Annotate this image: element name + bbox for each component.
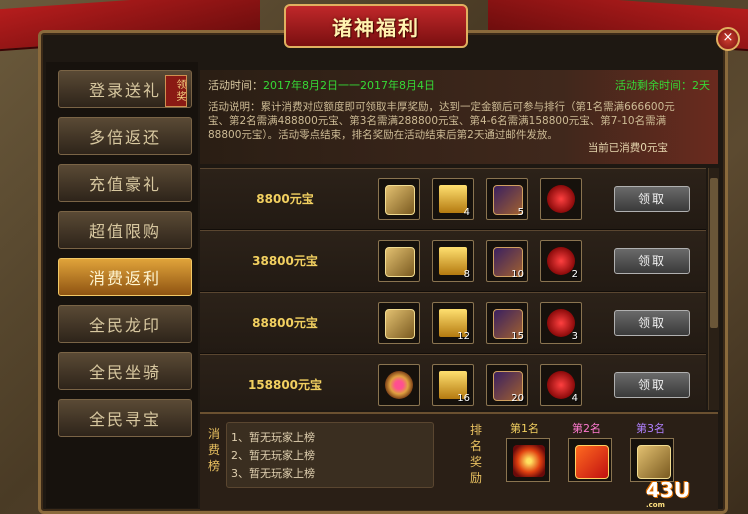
item-count: 8 bbox=[463, 269, 470, 280]
rank-label: 第2名 bbox=[572, 422, 601, 435]
activity-time-label: 活动时间： bbox=[208, 79, 263, 92]
tier-amount: 38800元宝 bbox=[252, 254, 318, 268]
fire-icon bbox=[513, 445, 545, 477]
reward-slot[interactable]: 12 bbox=[432, 302, 474, 344]
reward-slot[interactable]: 8 bbox=[432, 240, 474, 282]
scrollbar[interactable] bbox=[708, 168, 719, 410]
activity-description: 活动说明：累计消费对应额度即可领取丰厚奖励，达到一定金额后可参与排行（第1名需满… bbox=[208, 101, 675, 141]
rank-rewards-title: 排名奖励 bbox=[470, 423, 483, 485]
close-button[interactable]: × bbox=[716, 27, 740, 51]
rank-label: 第1名 bbox=[510, 422, 539, 435]
current-spend: 当前已消费0元宝 bbox=[587, 142, 668, 154]
claim-button[interactable]: 领取 bbox=[614, 372, 690, 398]
gift-icon bbox=[575, 445, 609, 479]
chest-icon bbox=[385, 247, 415, 277]
reward-slot[interactable]: 3 bbox=[540, 302, 582, 344]
reward-tier-row: 38800元宝 8 10 2 领取 bbox=[200, 230, 706, 292]
sidebar-item-label: 全民龙印 bbox=[88, 316, 161, 335]
leaderboard-entry: 3、暂无玩家上榜 bbox=[231, 467, 315, 480]
item-count: 15 bbox=[511, 331, 524, 342]
site-logo: 43U .com bbox=[646, 478, 690, 509]
sidebar-item-multi-return[interactable]: 多倍返还 bbox=[58, 117, 192, 155]
rank-reward-slot[interactable] bbox=[630, 438, 674, 482]
logo-sub: .com bbox=[646, 501, 665, 509]
item-count: 2 bbox=[571, 269, 578, 280]
item-count: 4 bbox=[463, 207, 470, 218]
reward-slot[interactable]: 15 bbox=[486, 302, 528, 344]
reward-tier-list: 8800元宝 4 5 领取 38800元宝 8 10 2 领取 88800元宝 … bbox=[200, 168, 706, 410]
leaderboard-title: 消费榜 bbox=[208, 427, 221, 473]
leaderboard-entry: 2、暂无玩家上榜 bbox=[231, 449, 315, 462]
reward-slot[interactable] bbox=[378, 240, 420, 282]
reward-slot[interactable]: 2 bbox=[540, 240, 582, 282]
reward-slot[interactable]: 20 bbox=[486, 364, 528, 406]
item-count: 12 bbox=[457, 331, 470, 342]
leaderboard: 1、暂无玩家上榜 2、暂无玩家上榜 3、暂无玩家上榜 bbox=[226, 422, 434, 488]
sidebar-item-label: 消费返利 bbox=[88, 269, 161, 288]
item-count: 10 bbox=[511, 269, 524, 280]
reward-slot[interactable] bbox=[378, 178, 420, 220]
reward-slot[interactable]: 4 bbox=[432, 178, 474, 220]
reward-slot[interactable]: 5 bbox=[486, 178, 528, 220]
rank-reward-slot[interactable] bbox=[568, 438, 612, 482]
panel-title: 诸神福利 bbox=[332, 15, 420, 40]
chest-icon bbox=[385, 185, 415, 215]
logo-text: 43U bbox=[646, 478, 691, 502]
sidebar-item-recharge-gift[interactable]: 充值豪礼 bbox=[58, 164, 192, 202]
sidebar: 登录送礼 领奖 多倍返还 充值豪礼 超值限购 消费返利 全民龙印 全民坐骑 全民… bbox=[46, 62, 198, 508]
claim-button[interactable]: 领取 bbox=[614, 310, 690, 336]
sidebar-item-label: 超值限购 bbox=[88, 222, 161, 241]
reward-tier-row: 158800元宝 16 20 4 领取 bbox=[200, 354, 706, 410]
reward-slot[interactable]: 10 bbox=[486, 240, 528, 282]
reward-slot[interactable]: 4 bbox=[540, 364, 582, 406]
activity-time: 活动时间：2017年8月2日一一2017年8月4日 bbox=[208, 77, 435, 93]
title-plate: 诸神福利 bbox=[284, 4, 468, 48]
chest-icon bbox=[637, 445, 671, 479]
claim-button[interactable]: 领取 bbox=[614, 186, 690, 212]
leaderboard-entry: 1、暂无玩家上榜 bbox=[231, 431, 315, 444]
activity-time-value: 2017年8月2日一一2017年8月4日 bbox=[263, 79, 435, 92]
reward-tier-row: 88800元宝 12 15 3 领取 bbox=[200, 292, 706, 354]
rank-label: 第3名 bbox=[636, 422, 665, 435]
remaining-time: 活动剩余时间：2天 bbox=[615, 79, 710, 92]
wing-icon bbox=[547, 185, 575, 213]
reward-slot[interactable] bbox=[540, 178, 582, 220]
tier-amount: 88800元宝 bbox=[252, 316, 318, 330]
item-count: 16 bbox=[457, 393, 470, 404]
item-count: 20 bbox=[511, 393, 524, 404]
sidebar-item-label: 全民坐骑 bbox=[88, 363, 161, 382]
activity-info: 活动时间：2017年8月2日一一2017年8月4日 活动剩余时间：2天 活动说明… bbox=[200, 70, 718, 164]
sidebar-item-limited-buy[interactable]: 超值限购 bbox=[58, 211, 192, 249]
sidebar-item-label: 多倍返还 bbox=[88, 128, 161, 147]
sidebar-item-label: 登录送礼 bbox=[88, 81, 161, 100]
sidebar-item-mount[interactable]: 全民坐骑 bbox=[58, 352, 192, 390]
sidebar-item-spend-rebate[interactable]: 消费返利 bbox=[58, 258, 192, 296]
reward-slot[interactable]: 16 bbox=[432, 364, 474, 406]
chest-icon bbox=[385, 309, 415, 339]
sidebar-item-label: 充值豪礼 bbox=[88, 175, 161, 194]
reward-slot[interactable] bbox=[378, 364, 420, 406]
claim-button[interactable]: 领取 bbox=[614, 248, 690, 274]
reward-slot[interactable] bbox=[378, 302, 420, 344]
sidebar-item-label: 全民寻宝 bbox=[88, 410, 161, 429]
ring-icon bbox=[385, 371, 413, 399]
tier-amount: 8800元宝 bbox=[256, 192, 314, 206]
reward-tier-row: 8800元宝 4 5 领取 bbox=[200, 168, 706, 230]
sidebar-item-treasure[interactable]: 全民寻宝 bbox=[58, 399, 192, 437]
tier-amount: 158800元宝 bbox=[247, 378, 323, 392]
claim-badge: 领奖 bbox=[165, 75, 187, 107]
bottom-panel: 消费榜 1、暂无玩家上榜 2、暂无玩家上榜 3、暂无玩家上榜 排名奖励 第1名 … bbox=[200, 412, 718, 510]
item-count: 3 bbox=[571, 331, 578, 342]
item-count: 4 bbox=[571, 393, 578, 404]
item-count: 5 bbox=[517, 207, 524, 218]
scrollbar-thumb[interactable] bbox=[710, 178, 718, 328]
rank-reward-slot[interactable] bbox=[506, 438, 550, 482]
sidebar-item-dragon-seal[interactable]: 全民龙印 bbox=[58, 305, 192, 343]
sidebar-item-login-gift[interactable]: 登录送礼 领奖 bbox=[58, 70, 192, 108]
